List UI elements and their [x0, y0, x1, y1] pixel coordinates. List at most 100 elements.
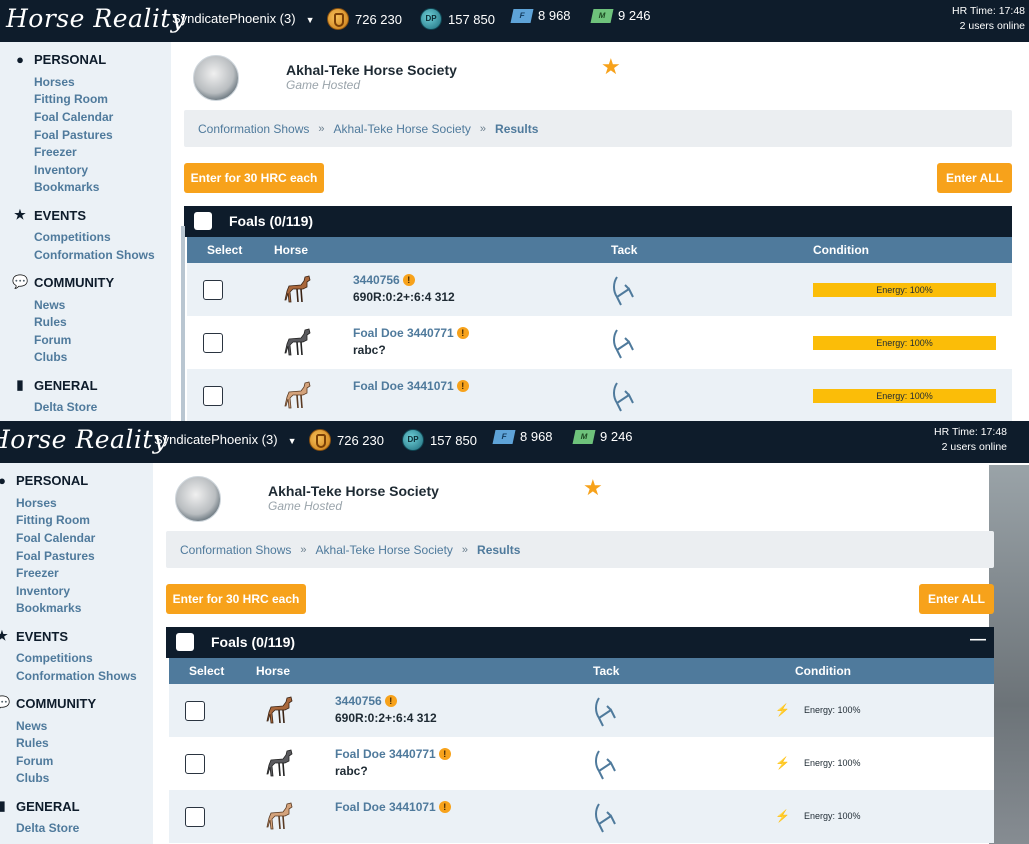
bridle-icon[interactable]: [593, 696, 619, 728]
foal-icon[interactable]: [283, 326, 315, 358]
sidebar-item-horses[interactable]: Horses: [34, 75, 75, 89]
collapse-icon[interactable]: —: [970, 631, 986, 649]
column-horse: Horse: [274, 243, 309, 257]
row-checkbox[interactable]: [203, 386, 223, 406]
breadcrumb-conformation-shows[interactable]: Conformation Shows: [198, 122, 309, 136]
enter-all-button[interactable]: Enter ALL: [919, 584, 994, 614]
breadcrumb-conformation-shows[interactable]: Conformation Shows: [180, 543, 291, 557]
sidebar-item-competitions[interactable]: Competitions: [34, 230, 111, 244]
comments-icon: 💬: [12, 274, 29, 289]
logo[interactable]: Horse Reality: [0, 425, 168, 454]
user-menu[interactable]: SyndicatePhoenix (3) ▼: [172, 11, 315, 26]
foal-icon[interactable]: [265, 747, 297, 779]
hr-time: HR Time: 17:48: [952, 5, 1025, 17]
sidebar-item-forum[interactable]: Forum: [16, 754, 53, 768]
breadcrumb-separator: »: [479, 122, 487, 135]
row-checkbox[interactable]: [203, 333, 223, 353]
horse-name-link[interactable]: Foal Doe 3441071!: [335, 800, 451, 814]
logo[interactable]: Horse Reality: [6, 4, 186, 33]
bridle-icon[interactable]: [611, 381, 637, 413]
favorite-star-icon[interactable]: ★: [583, 475, 603, 501]
energy-status: ⚡ Energy: 100%: [775, 756, 861, 770]
sidebar-item-foal-calendar[interactable]: Foal Calendar: [34, 110, 113, 124]
sidebar-item-inventory[interactable]: Inventory: [34, 163, 88, 177]
sidebar-item-rules[interactable]: Rules: [34, 315, 67, 329]
breadcrumb: Conformation Shows » Akhal-Teke Horse Soc…: [184, 110, 1012, 147]
society-avatar: [175, 476, 221, 522]
gold-coin-icon: [327, 8, 349, 30]
foal-icon[interactable]: [265, 694, 297, 726]
foal-icon[interactable]: [283, 379, 315, 411]
sidebar-item-fitting-room[interactable]: Fitting Room: [16, 513, 90, 527]
currency-value: 157 850: [430, 432, 477, 448]
bridle-icon[interactable]: [593, 802, 619, 834]
foal-icon[interactable]: [265, 800, 297, 832]
background-wallpaper: [989, 465, 1029, 844]
sidebar-item-forum[interactable]: Forum: [34, 333, 71, 347]
lightning-icon: ⚡: [775, 703, 790, 717]
energy-text: Energy: 100%: [803, 811, 861, 821]
warning-icon: !: [384, 695, 397, 707]
row-checkbox[interactable]: [185, 807, 205, 827]
horse-name-link[interactable]: 3440756!: [335, 694, 397, 708]
bridle-icon[interactable]: [611, 328, 637, 360]
section-title: EVENTS: [16, 628, 69, 644]
breadcrumb-society[interactable]: Akhal-Teke Horse Society: [316, 543, 453, 557]
table-row: 3440756! 690R:0:2+:6:4 312 ⚡ Energy: 100%: [169, 684, 994, 737]
users-online: 2 users online: [941, 441, 1007, 453]
sidebar-item-foal-pastures[interactable]: Foal Pastures: [34, 128, 113, 142]
sidebar-section-personal: ● PERSONAL: [12, 52, 106, 67]
row-checkbox[interactable]: [203, 280, 223, 300]
sidebar-item-freezer[interactable]: Freezer: [34, 145, 77, 159]
sidebar-item-news[interactable]: News: [34, 298, 65, 312]
sidebar-item-rules[interactable]: Rules: [16, 736, 49, 750]
favorite-star-icon[interactable]: ★: [601, 54, 621, 80]
enter-each-button[interactable]: Enter for 30 HRC each: [166, 584, 306, 614]
currency-gold: 726 230: [309, 429, 384, 451]
sidebar-item-delta-store[interactable]: Delta Store: [34, 400, 97, 414]
row-checkbox[interactable]: [185, 701, 205, 721]
sidebar-item-fitting-room[interactable]: Fitting Room: [34, 92, 108, 106]
horse-name-link[interactable]: Foal Doe 3440771!: [353, 326, 469, 340]
breadcrumb-results: Results: [495, 121, 539, 136]
currency-value: 8 968: [538, 8, 571, 23]
sidebar-item-conformation-shows[interactable]: Conformation Shows: [16, 669, 137, 683]
sidebar-item-freezer[interactable]: Freezer: [16, 566, 59, 580]
horse-name-link[interactable]: Foal Doe 3440771!: [335, 747, 451, 761]
sidebar-item-foal-calendar[interactable]: Foal Calendar: [16, 531, 95, 545]
select-all-checkbox[interactable]: [194, 212, 212, 230]
green-ticket-icon: M: [590, 8, 614, 23]
breadcrumb-separator: »: [300, 543, 307, 556]
foal-icon[interactable]: [283, 273, 315, 305]
sidebar-item-inventory[interactable]: Inventory: [16, 584, 70, 598]
sidebar-item-horses[interactable]: Horses: [16, 496, 57, 510]
select-all-checkbox[interactable]: [176, 633, 194, 651]
horse-name-link[interactable]: 3440756!: [353, 273, 415, 287]
sidebar-item-foal-pastures[interactable]: Foal Pastures: [16, 549, 95, 563]
energy-status: ⚡ Energy: 100%: [775, 703, 861, 717]
sidebar-item-clubs[interactable]: Clubs: [16, 771, 49, 785]
enter-each-button[interactable]: Enter for 30 HRC each: [184, 163, 324, 193]
breadcrumb-society[interactable]: Akhal-Teke Horse Society: [334, 122, 471, 136]
sidebar-item-news[interactable]: News: [16, 719, 47, 733]
column-horse: Horse: [256, 664, 291, 678]
row-checkbox[interactable]: [185, 754, 205, 774]
horse-name: Foal Doe 3440771: [353, 326, 454, 340]
bridle-icon[interactable]: [593, 749, 619, 781]
horse-name-link[interactable]: Foal Doe 3441071!: [353, 379, 469, 393]
enter-all-button[interactable]: Enter ALL: [937, 163, 1012, 193]
horse-name: Foal Doe 3441071: [353, 379, 454, 393]
sidebar-item-bookmarks[interactable]: Bookmarks: [16, 601, 81, 615]
horse-name: Foal Doe 3440771: [335, 747, 436, 761]
sidebar-item-competitions[interactable]: Competitions: [16, 651, 93, 665]
society-avatar: [193, 55, 239, 101]
currency-value: 9 246: [600, 429, 633, 444]
screenshot-bottom: Horse Reality SyndicatePhoenix (3) ▼ 726 …: [0, 421, 1029, 844]
sidebar-item-conformation-shows[interactable]: Conformation Shows: [34, 248, 155, 262]
user-menu[interactable]: SyndicatePhoenix (3) ▼: [154, 432, 297, 447]
sidebar-item-clubs[interactable]: Clubs: [34, 350, 67, 364]
sidebar-item-bookmarks[interactable]: Bookmarks: [34, 180, 99, 194]
sidebar-item-delta-store[interactable]: Delta Store: [16, 821, 79, 835]
username: SyndicatePhoenix (3): [154, 432, 278, 447]
bridle-icon[interactable]: [611, 275, 637, 307]
